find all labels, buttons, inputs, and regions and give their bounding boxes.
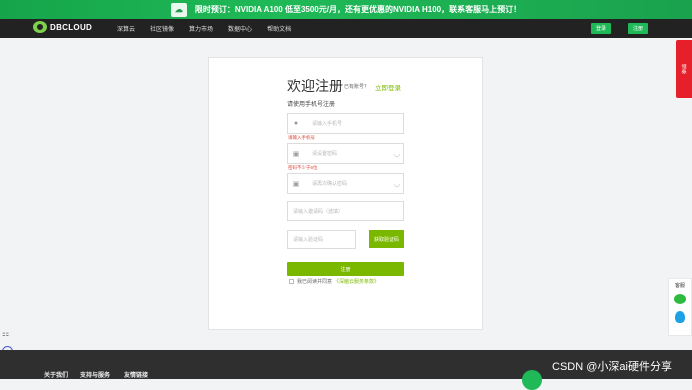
- logo-text: DBCLOUD: [50, 22, 93, 32]
- lock-icon: ▣: [292, 180, 300, 188]
- nav-item[interactable]: 算力市场: [189, 24, 213, 33]
- get-code-button[interactable]: 获取验证码: [369, 230, 404, 248]
- confirm-password-placeholder: 请再次确认密码: [312, 181, 348, 187]
- phone-field[interactable]: ● 请输入手机号: [287, 113, 404, 134]
- customer-service-panel: 客服: [668, 278, 692, 336]
- register-card: 欢迎注册 已有账号？ 立即登录 请使用手机号注册 ● 请输入手机号 请输入手机号…: [208, 57, 483, 330]
- agree-checkbox[interactable]: [289, 279, 294, 284]
- phone-placeholder: 请输入手机号: [312, 121, 343, 127]
- nav-item[interactable]: 社区镜像: [150, 24, 174, 33]
- main-menu: 深算云 社区镜像 算力市场 数据中心 帮助文档: [117, 19, 306, 38]
- nav-item[interactable]: 深算云: [117, 24, 135, 33]
- invite-code-field[interactable]: 请输入邀请码（选填）: [287, 201, 404, 221]
- have-account-text: 已有账号？: [344, 84, 370, 90]
- qq-icon[interactable]: [675, 311, 685, 323]
- phone-error: 请输入手机号: [288, 135, 315, 140]
- top-nav: DBCLOUD 深算云 社区镜像 算力市场 数据中心 帮助文档 登录 注册: [0, 19, 692, 38]
- logo[interactable]: DBCLOUD: [33, 21, 92, 33]
- page-title: 欢迎注册: [287, 78, 343, 94]
- header-register-button[interactable]: 注册: [628, 23, 648, 34]
- csdn-watermark: CSDN @小深ai硬件分享: [552, 361, 672, 373]
- confirm-password-field[interactable]: ▣ 请再次确认密码 ◡: [287, 173, 404, 194]
- header-login-button[interactable]: 登录: [591, 23, 611, 34]
- form-subtitle: 请使用手机号注册: [287, 102, 336, 108]
- register-button[interactable]: 注册: [287, 262, 404, 276]
- password-field[interactable]: ▣ 请设置密码 ◡: [287, 143, 404, 164]
- cloud-gift-icon: ☁: [170, 2, 187, 17]
- password-error: 密码不少于6位: [288, 165, 318, 170]
- verification-code-placeholder: 请输入验证码: [293, 237, 324, 243]
- promo-banner[interactable]: ☁ 限时预订：NVIDIA A100 低至3500元/月，还有更优惠的NVIDI…: [0, 0, 692, 19]
- agree-text: 我已阅读并同意: [297, 279, 333, 285]
- logo-mark-icon: [33, 21, 47, 33]
- password-placeholder: 请设置密码: [312, 151, 338, 157]
- eye-hidden-icon[interactable]: ◡: [394, 180, 400, 188]
- agreement-row: 我已阅读并同意 《深脑云服务条款》: [289, 278, 379, 285]
- footer-link[interactable]: 关于我们: [44, 370, 68, 379]
- promo-text: 限时预订：NVIDIA A100 低至3500元/月，还有更优惠的NVIDIA …: [194, 5, 522, 14]
- footer-link[interactable]: 友情链接: [124, 370, 148, 379]
- lock-icon: ▣: [292, 150, 300, 158]
- service-label: 客服: [674, 283, 685, 289]
- user-icon: ●: [293, 120, 299, 127]
- footer-link[interactable]: 支持与服务: [80, 370, 110, 379]
- nav-item[interactable]: 数据中心: [228, 24, 252, 33]
- coupon-side-tab[interactable]: 领券: [676, 40, 692, 98]
- login-link[interactable]: 立即登录: [375, 82, 401, 92]
- terms-link[interactable]: 《深脑云服务条款》: [334, 278, 379, 285]
- grid-icon[interactable]: ⚏: [2, 329, 9, 338]
- invite-code-placeholder: 请输入邀请码（选填）: [293, 208, 344, 215]
- eye-hidden-icon[interactable]: ◡: [394, 150, 400, 158]
- footer-logo-icon: [522, 370, 542, 390]
- wechat-icon[interactable]: [674, 294, 686, 304]
- verification-code-field[interactable]: 请输入验证码: [287, 230, 356, 249]
- nav-item[interactable]: 帮助文档: [267, 24, 291, 33]
